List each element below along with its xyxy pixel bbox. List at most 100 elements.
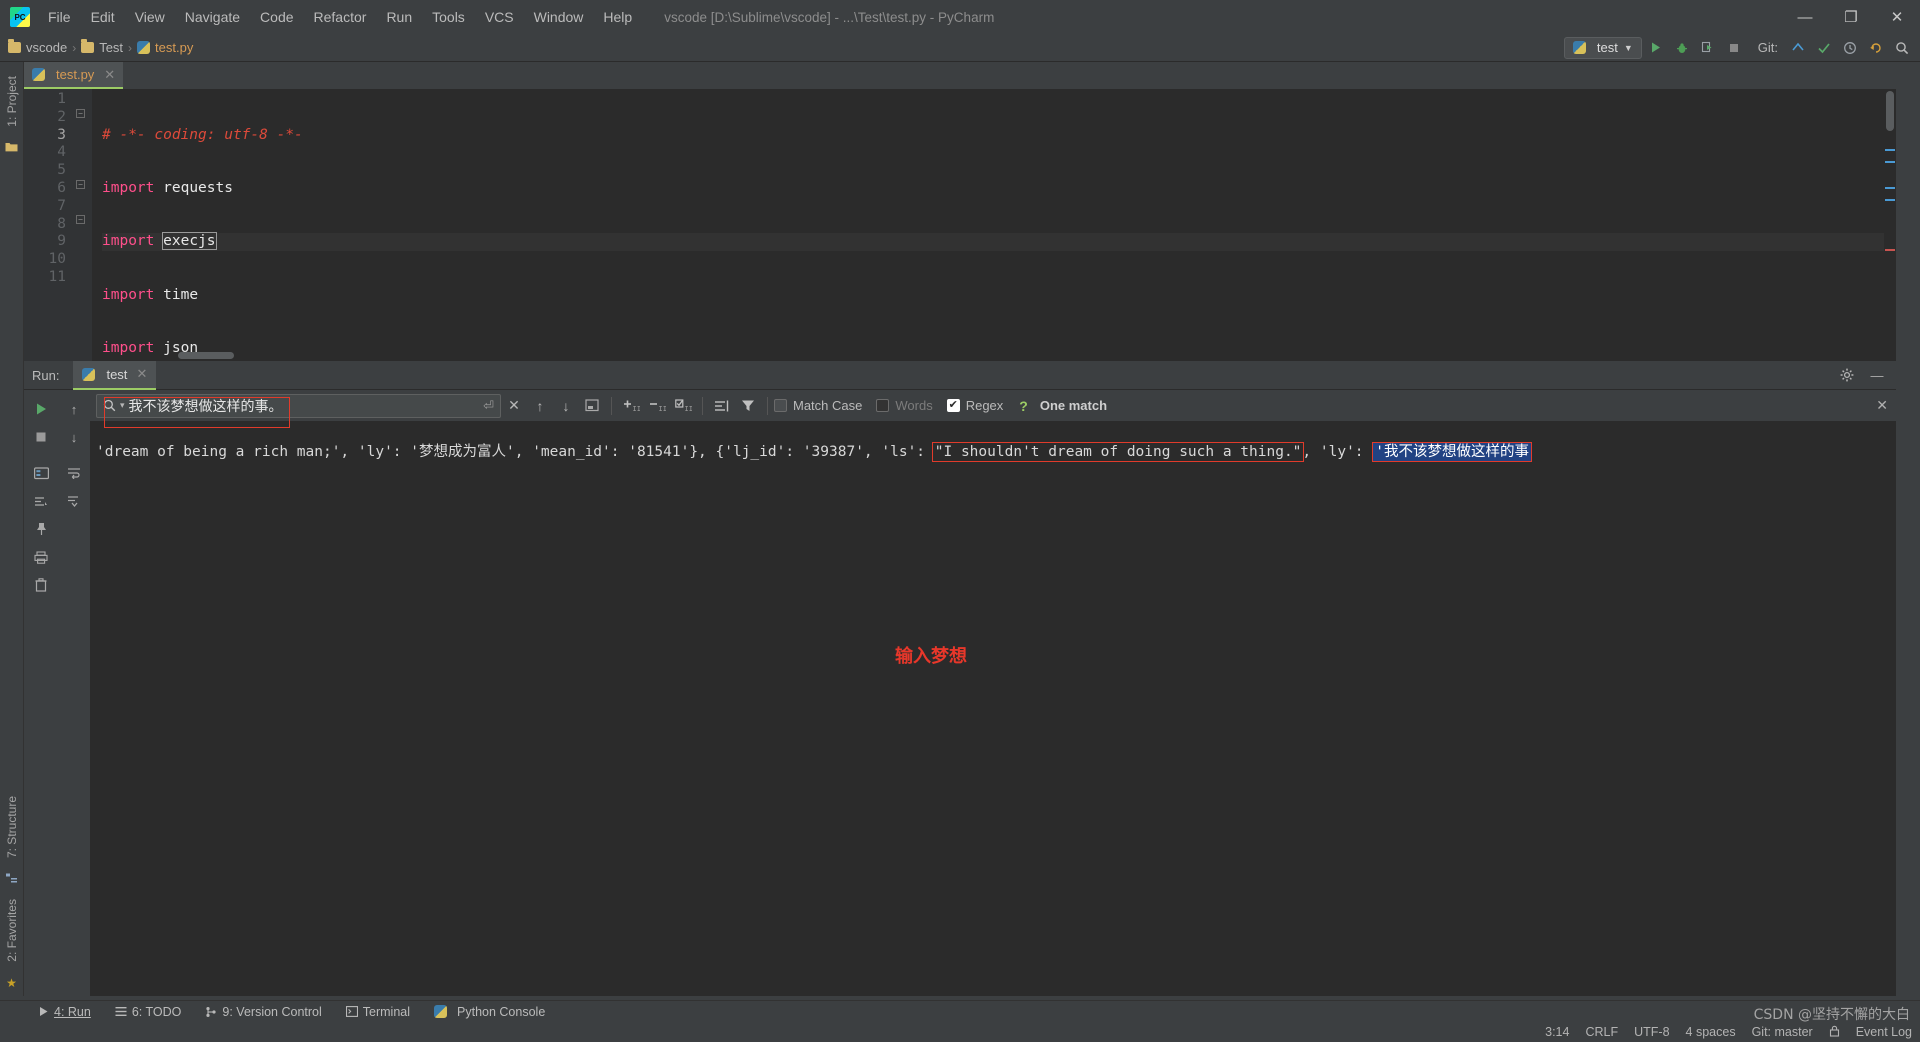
scroll-end-icon[interactable] — [61, 488, 87, 514]
sidebar-item-structure[interactable]: 7: Structure — [2, 788, 22, 866]
code-text[interactable]: # -*- coding: utf-8 -*- import requests … — [92, 89, 1896, 361]
find-next-icon[interactable]: ↓ — [553, 394, 579, 418]
caret-position[interactable]: 3:14 — [1545, 1025, 1569, 1039]
menu-item-file[interactable]: File — [38, 5, 81, 29]
sidebar-item-project[interactable]: 1: Project — [2, 68, 22, 135]
search-everywhere-icon[interactable] — [1890, 37, 1914, 59]
close-find-bar-icon[interactable]: ✕ — [1876, 397, 1888, 414]
newline-icon[interactable]: ⏎ — [483, 398, 494, 414]
git-label: Git: — [1757, 40, 1778, 55]
run-button[interactable] — [1644, 37, 1668, 59]
words-checkbox[interactable] — [876, 399, 890, 412]
toolstrip-label-version-control: 9: Version Control — [222, 1004, 322, 1019]
event-log-button[interactable]: Event Log — [1856, 1025, 1912, 1039]
line-separator[interactable]: CRLF — [1585, 1025, 1618, 1039]
find-input-wrapper[interactable]: ▾ ⏎ — [96, 393, 501, 418]
menu-item-navigate[interactable]: Navigate — [175, 5, 250, 29]
clear-search-icon[interactable]: ✕ — [501, 394, 527, 418]
scroll-to-end-icon[interactable] — [28, 488, 54, 514]
pin-icon[interactable] — [28, 516, 54, 542]
editor-tab-close-icon[interactable]: ✕ — [104, 67, 115, 83]
regex-option[interactable]: Regex — [946, 398, 1003, 413]
filter-icon[interactable] — [735, 394, 761, 418]
git-branch[interactable]: Git: master — [1752, 1025, 1813, 1039]
editor-tab-testpy[interactable]: test.py ✕ — [24, 62, 124, 89]
breadcrumb-testpy[interactable]: test.py — [155, 40, 193, 55]
menu-item-refactor[interactable]: Refactor — [304, 5, 377, 29]
run-configuration-selector[interactable]: test ▼ — [1563, 36, 1642, 59]
editor-vertical-scrollbar[interactable] — [1884, 89, 1896, 361]
indent-setting[interactable]: 4 spaces — [1686, 1025, 1736, 1039]
regex-checkbox[interactable] — [946, 399, 960, 412]
breadcrumb-test[interactable]: Test — [99, 40, 123, 55]
print-icon[interactable] — [28, 544, 54, 570]
regex-help-icon[interactable]: ? — [1019, 398, 1028, 414]
gutter-marker-error — [1885, 249, 1895, 251]
menu-item-tools[interactable]: Tools — [422, 5, 475, 29]
breadcrumb-vscode[interactable]: vscode — [26, 40, 67, 55]
line-number: 9 — [57, 233, 66, 250]
toggle-checkbox-icon[interactable]: II — [670, 394, 696, 418]
debug-button[interactable] — [1670, 37, 1694, 59]
git-revert-icon[interactable] — [1864, 37, 1888, 59]
project-folder-icon[interactable] — [5, 141, 18, 152]
fold-marker-icon[interactable]: − — [76, 215, 85, 224]
menu-item-view[interactable]: View — [125, 5, 175, 29]
scrollbar-thumb[interactable] — [1886, 91, 1894, 131]
fold-marker-icon[interactable]: − — [76, 109, 85, 118]
gear-icon[interactable] — [1834, 362, 1860, 388]
stop-icon[interactable] — [28, 424, 54, 450]
run-coverage-button[interactable] — [1696, 37, 1720, 59]
git-history-icon[interactable] — [1838, 37, 1862, 59]
sidebar-item-favorites[interactable]: 2: Favorites — [2, 891, 22, 970]
menu-item-window[interactable]: Window — [524, 5, 594, 29]
search-history-chevron-icon[interactable]: ▾ — [120, 400, 125, 411]
soft-wrap-icon[interactable] — [61, 460, 87, 486]
editor-horizontal-scrollbar[interactable] — [178, 352, 234, 359]
rerun-icon[interactable] — [28, 396, 54, 422]
git-update-icon[interactable] — [1786, 37, 1810, 59]
breadcrumb: vscode › Test › test.py — [8, 39, 193, 55]
menu-item-vcs[interactable]: VCS — [475, 5, 524, 29]
collapse-all-icon[interactable]: II — [644, 394, 670, 418]
fold-marker-icon[interactable]: − — [76, 180, 85, 189]
find-previous-icon[interactable]: ↑ — [527, 394, 553, 418]
toggle-tasks-icon[interactable] — [28, 460, 54, 486]
file-encoding[interactable]: UTF-8 — [1634, 1025, 1669, 1039]
toolstrip-item-todo[interactable]: 6: TODO — [103, 1001, 194, 1023]
words-option[interactable]: Words — [876, 398, 933, 413]
code-line-4: import time — [102, 287, 1896, 305]
wrap-lines-icon[interactable] — [709, 394, 735, 418]
console-output[interactable]: 'dream of being a rich man;', 'ly': '梦想成… — [90, 422, 1896, 996]
stop-button[interactable] — [1722, 37, 1746, 59]
search-match-english: "I shouldn't dream of doing such a thing… — [931, 442, 1305, 462]
run-tab-test[interactable]: test ✕ — [73, 360, 157, 390]
match-case-option[interactable]: Match Case — [774, 398, 862, 413]
menu-item-edit[interactable]: Edit — [81, 5, 125, 29]
maximize-button[interactable]: ❐ — [1828, 0, 1874, 34]
expand-all-icon[interactable]: II — [618, 394, 644, 418]
toolstrip-item-run[interactable]: 4: Run — [26, 1001, 103, 1023]
match-case-checkbox[interactable] — [774, 399, 787, 412]
code-comment: # -*- coding: utf-8 -*- — [102, 126, 303, 143]
menu-item-run[interactable]: Run — [376, 5, 422, 29]
menu-item-code[interactable]: Code — [250, 5, 303, 29]
toolstrip-item-terminal[interactable]: Terminal — [334, 1001, 422, 1023]
run-tab-close-icon[interactable]: ✕ — [136, 366, 147, 382]
trash-icon[interactable] — [28, 572, 54, 598]
toolstrip-item-python-console[interactable]: Python Console — [422, 1001, 557, 1023]
arrow-up-icon[interactable]: ↑ — [61, 396, 87, 422]
star-icon[interactable]: ★ — [6, 976, 17, 990]
code-editor[interactable]: 1 2 3 4 5 6 7 8 9 10 11 − − − # -*- codi… — [24, 89, 1896, 361]
select-all-occurrences-icon[interactable] — [579, 394, 605, 418]
git-commit-icon[interactable] — [1812, 37, 1836, 59]
minimize-button[interactable]: — — [1782, 0, 1828, 34]
menu-item-help[interactable]: Help — [593, 5, 642, 29]
toolstrip-item-version-control[interactable]: 9: Version Control — [193, 1001, 333, 1023]
close-button[interactable]: ✕ — [1874, 0, 1920, 34]
find-input[interactable] — [128, 397, 480, 414]
lock-icon[interactable] — [1829, 1025, 1840, 1039]
arrow-down-icon[interactable]: ↓ — [61, 424, 87, 450]
hide-window-icon[interactable]: — — [1864, 362, 1890, 388]
structure-icon[interactable] — [5, 872, 18, 885]
